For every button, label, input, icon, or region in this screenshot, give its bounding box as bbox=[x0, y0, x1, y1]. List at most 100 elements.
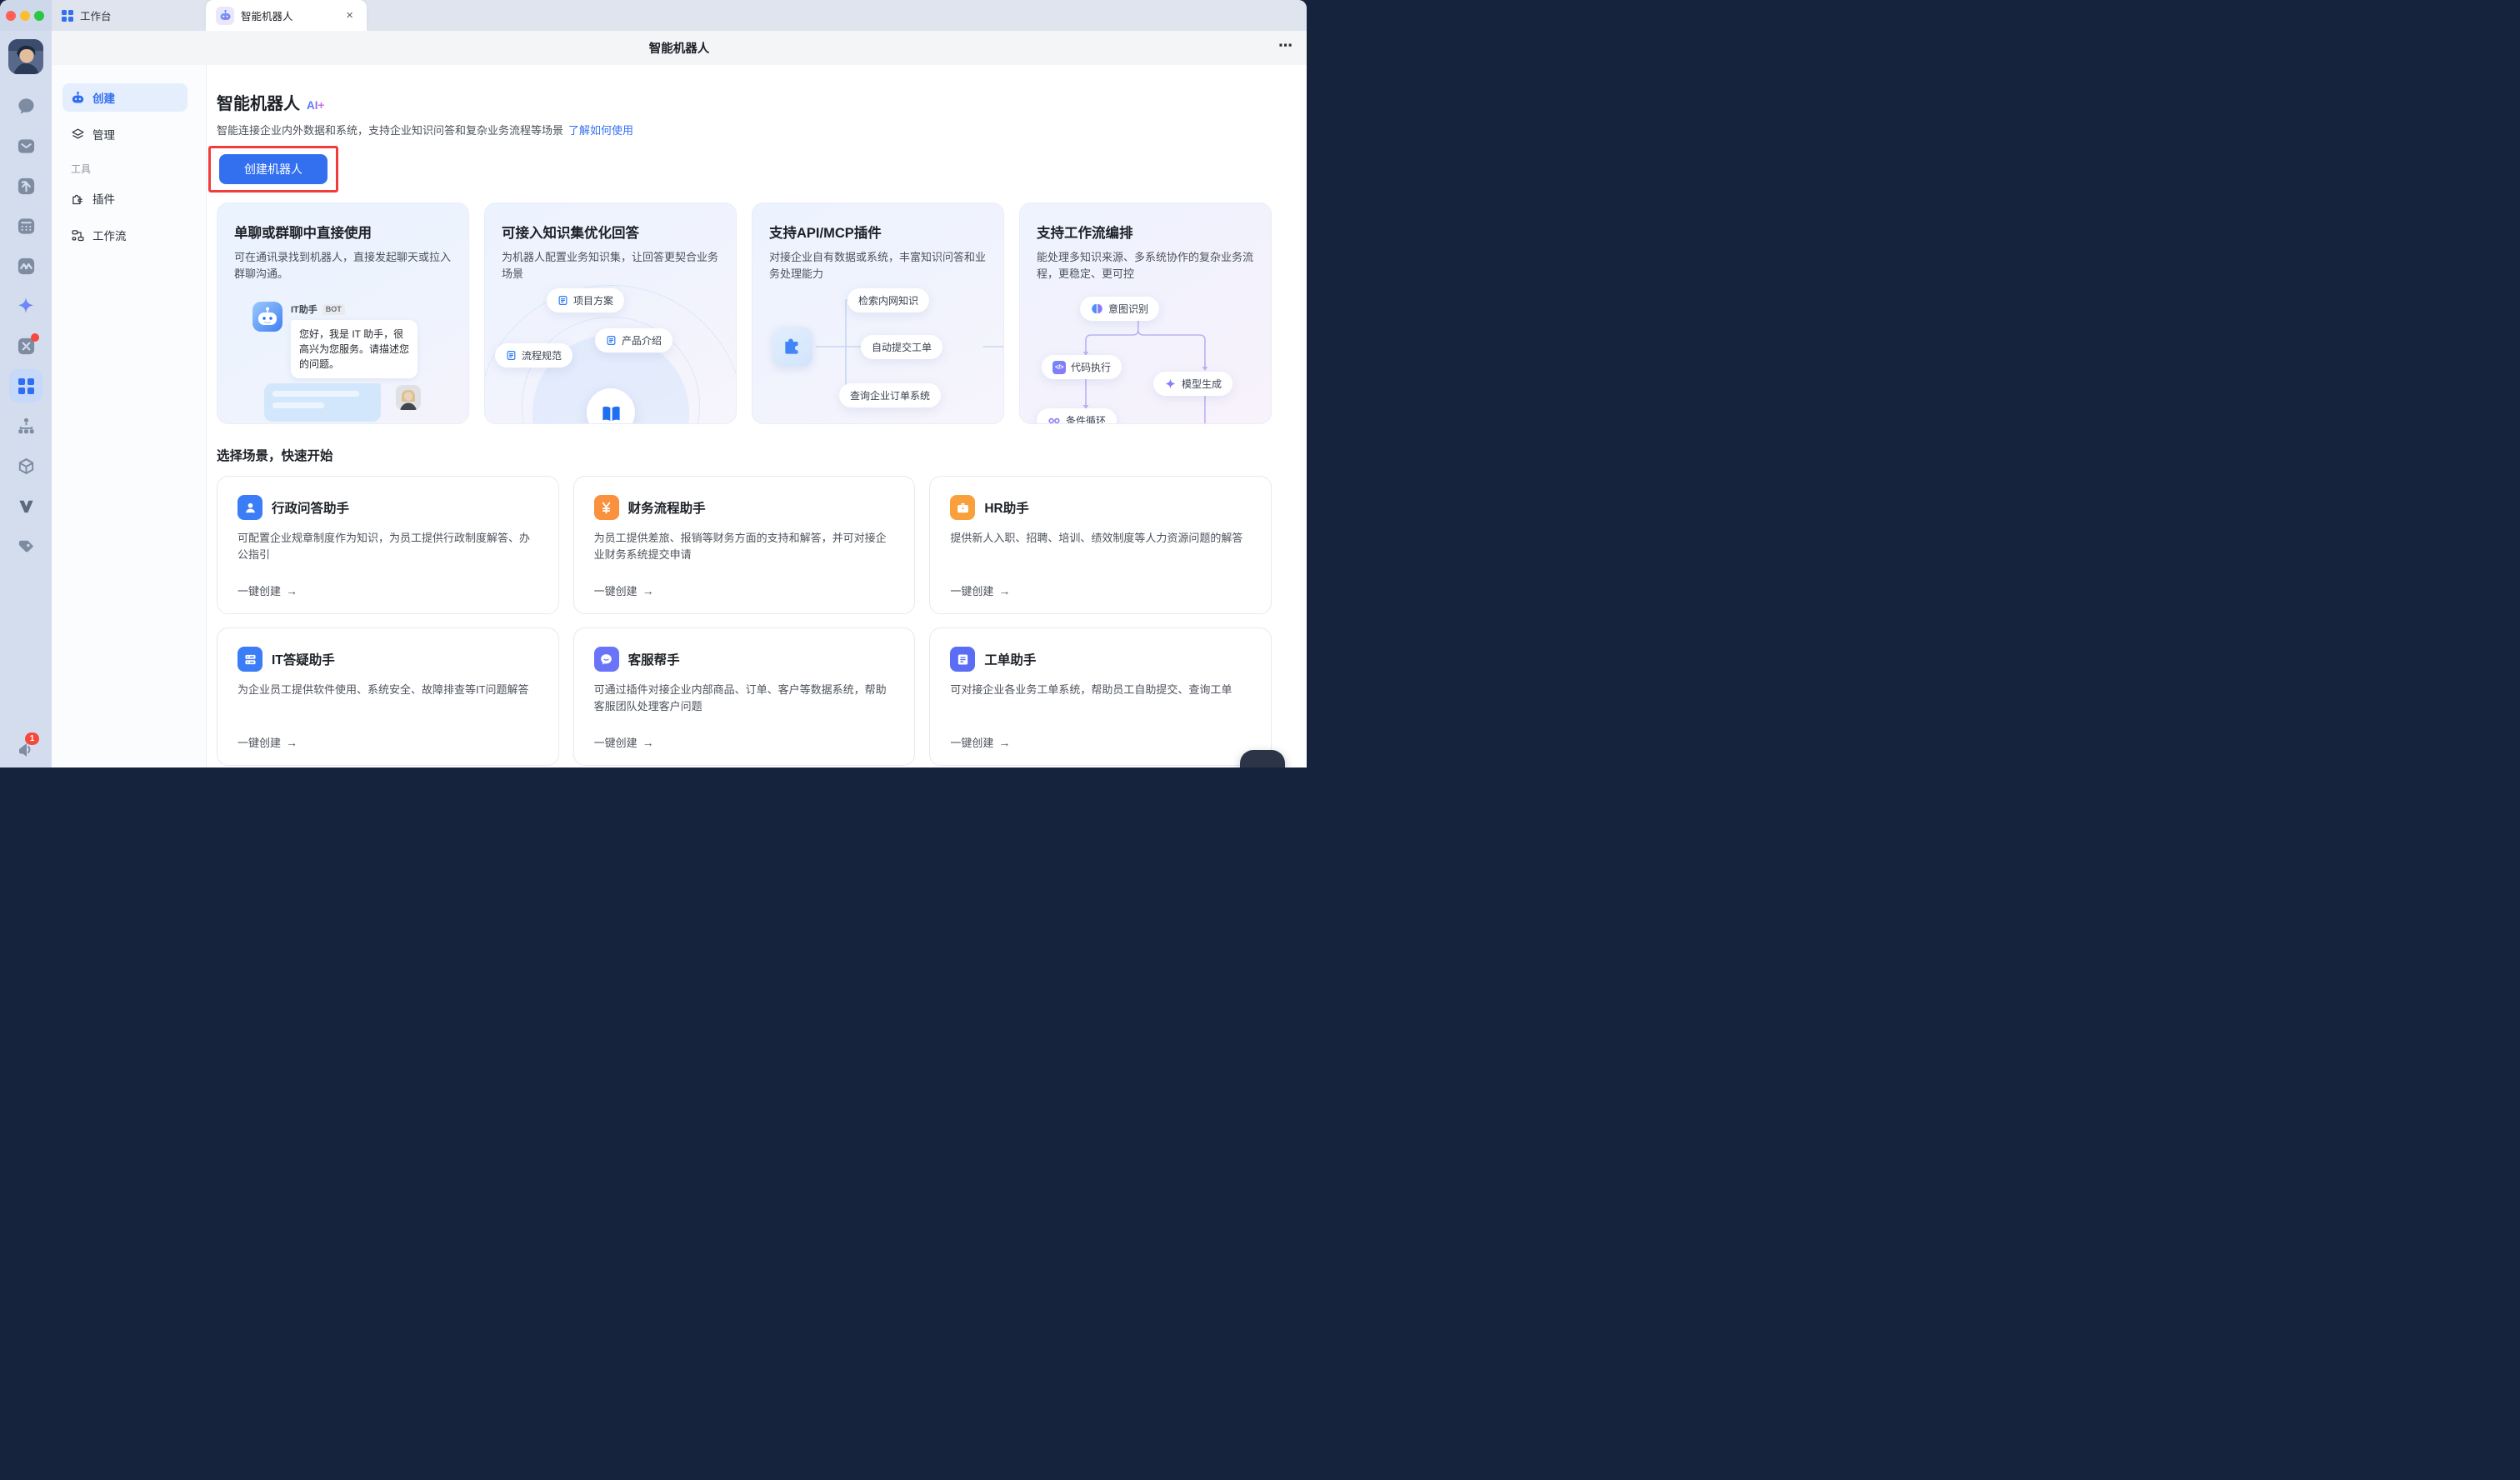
messages-icon[interactable] bbox=[16, 96, 36, 116]
video-meeting-icon[interactable] bbox=[16, 336, 36, 356]
feature-card-direct-chat: 单聊或群聊中直接使用 可在通讯录找到机器人，直接发起聊天或拉入群聊沟通。 IT助… bbox=[217, 202, 469, 424]
scenario-cards: 行政问答助手 可配置企业规章制度作为知识，为员工提供行政制度解答、办公指引 一键… bbox=[217, 476, 1272, 766]
page-header-title: 智能机器人 bbox=[649, 39, 710, 57]
one-click-create-link[interactable]: 一键创建→ bbox=[950, 582, 1251, 598]
screen: 工作台 智能机器人 × bbox=[0, 0, 1307, 768]
nav-section-label: 工具 bbox=[71, 162, 188, 176]
tab-smart-robot[interactable]: 智能机器人 × bbox=[206, 0, 367, 31]
scenario-card-it[interactable]: IT答疑助手 为企业员工提供软件使用、系统安全、故障排查等IT问题解答 一键创建… bbox=[217, 628, 559, 766]
mail-icon[interactable] bbox=[16, 136, 36, 156]
arrow-right-icon: → bbox=[998, 736, 1010, 749]
user-avatar[interactable] bbox=[8, 39, 43, 74]
scenario-card-admin[interactable]: 行政问答助手 可配置企业规章制度作为知识，为员工提供行政制度解答、办公指引 一键… bbox=[217, 476, 559, 614]
announcement-icon[interactable]: 1 bbox=[16, 739, 36, 759]
arrow-right-icon: → bbox=[286, 736, 298, 749]
page-subtitle: 智能连接企业内外数据和系统，支持企业知识问答和复杂业务流程等场景了解如何使用 bbox=[217, 122, 1272, 138]
scenario-card-hr[interactable]: HR助手 提供新人入职、招聘、培训、绩效制度等人力资源问题的解答 一键创建→ bbox=[929, 476, 1272, 614]
main-content: 智能机器人 AI+ 智能连接企业内外数据和系统，支持企业知识问答和复杂业务流程等… bbox=[207, 65, 1307, 768]
scenario-desc: 提供新人入职、招聘、培训、绩效制度等人力资源问题的解答 bbox=[950, 530, 1251, 582]
nav-item-label: 工作流 bbox=[92, 227, 127, 243]
yuan-icon bbox=[594, 495, 619, 520]
app-window: 工作台 智能机器人 × bbox=[0, 0, 1307, 768]
scenario-desc: 可通过插件对接企业内部商品、订单、客户等数据系统，帮助客服团队处理客户问题 bbox=[594, 682, 895, 734]
feature-title: 支持工作流编排 bbox=[1037, 222, 1254, 242]
workflow-node: 模型生成 bbox=[1153, 372, 1232, 396]
scenario-title: HR助手 bbox=[984, 498, 1028, 517]
close-window-button[interactable] bbox=[6, 11, 16, 21]
one-click-create-link[interactable]: 一键创建→ bbox=[950, 734, 1251, 750]
feature-title: 可接入知识集优化回答 bbox=[502, 222, 719, 242]
tab-workbench[interactable]: 工作台 bbox=[52, 0, 206, 31]
workflow-node: </> 代码执行 bbox=[1042, 355, 1122, 379]
feature-card-plugins: 支持API/MCP插件 对接企业自有数据或系统，丰富知识问答和业务处理能力 检索… bbox=[752, 202, 1004, 424]
bot-message-bubble: 您好，我是 IT 助手，很高兴为您服务。请描述您的问题。 bbox=[291, 320, 418, 378]
arrow-right-icon: → bbox=[286, 584, 298, 598]
tab-label: 智能机器人 bbox=[241, 8, 336, 23]
scenario-card-customer-service[interactable]: 客服帮手 可通过插件对接企业内部商品、订单、客户等数据系统，帮助客服团队处理客户… bbox=[573, 628, 916, 766]
one-click-create-link[interactable]: 一键创建→ bbox=[594, 734, 895, 750]
chat-mockup: IT助手 BOT 您好，我是 IT 助手，很高兴为您服务。请描述您的问题。 bbox=[234, 300, 458, 424]
nav-item-label: 插件 bbox=[92, 190, 115, 207]
close-tab-icon[interactable]: × bbox=[342, 8, 357, 23]
knowledge-chip: 流程规范 bbox=[495, 343, 572, 368]
more-menu-icon[interactable]: ⋯ bbox=[1278, 38, 1293, 54]
arrow-right-icon: → bbox=[642, 736, 654, 749]
one-click-create-link[interactable]: 一键创建→ bbox=[238, 582, 538, 598]
nav-item-create[interactable]: 创建 bbox=[62, 83, 188, 112]
workflow-illustration: 意图识别 </> 代码执行 模型生成 条件循环 bbox=[1032, 283, 1271, 423]
workbench-icon-active[interactable] bbox=[9, 369, 42, 402]
scenario-title: 工单助手 bbox=[984, 650, 1036, 668]
org-chart-icon[interactable] bbox=[16, 416, 36, 436]
workbench-grid-icon bbox=[18, 378, 34, 394]
workflow-node: 条件循环 bbox=[1037, 408, 1117, 424]
help-link[interactable]: 了解如何使用 bbox=[568, 124, 633, 137]
puzzle-icon bbox=[772, 327, 812, 367]
scenario-title: 财务流程助手 bbox=[628, 498, 706, 517]
nav-item-plugins[interactable]: 插件 bbox=[62, 184, 188, 212]
notification-dot bbox=[31, 333, 39, 342]
tag-icon[interactable] bbox=[16, 536, 36, 556]
scenario-card-finance[interactable]: 财务流程助手 为员工提供差旅、报销等财务方面的支持和解答，并可对接企业财务系统提… bbox=[573, 476, 916, 614]
user-chat-avatar bbox=[396, 385, 421, 410]
workflow-node: 意图识别 bbox=[1080, 297, 1159, 321]
feature-card-knowledge: 可接入知识集优化回答 为机器人配置业务知识集，让回答更契合业务场景 项目方案 产… bbox=[484, 202, 737, 424]
minimize-window-button[interactable] bbox=[20, 11, 30, 21]
unread-badge: 1 bbox=[25, 732, 39, 745]
knowledge-chip: 产品介绍 bbox=[595, 328, 672, 352]
one-click-create-link[interactable]: 一键创建→ bbox=[238, 734, 538, 750]
tab-label: 工作台 bbox=[80, 8, 196, 23]
scenario-card-ticket[interactable]: 工单助手 可对接企业各业务工单系统，帮助员工自助提交、查询工单 一键创建→ bbox=[929, 628, 1272, 766]
nav-item-manage[interactable]: 管理 bbox=[62, 120, 188, 148]
one-click-create-link[interactable]: 一键创建→ bbox=[594, 582, 895, 598]
feature-title: 支持API/MCP插件 bbox=[769, 222, 987, 242]
feature-title: 单聊或群聊中直接使用 bbox=[234, 222, 452, 242]
zoom-window-button[interactable] bbox=[34, 11, 44, 21]
create-robot-button[interactable]: 创建机器人 bbox=[219, 154, 328, 184]
plugin-chip: 查询企业订单系统 bbox=[839, 383, 941, 408]
knowledge-chip: 项目方案 bbox=[547, 288, 624, 312]
nav-item-label: 创建 bbox=[92, 89, 115, 106]
briefcase-icon bbox=[950, 495, 975, 520]
v-app-icon[interactable] bbox=[16, 496, 36, 516]
side-nav: 创建 管理 工具 插件 工作流 bbox=[52, 65, 207, 768]
admin-person-icon bbox=[238, 495, 262, 520]
scenario-desc: 为企业员工提供软件使用、系统安全、故障排查等IT问题解答 bbox=[238, 682, 538, 734]
feature-desc: 为机器人配置业务知识集，让回答更契合业务场景 bbox=[502, 249, 719, 282]
feature-desc: 能处理多知识来源、多系统协作的复杂业务流程，更稳定、更可控 bbox=[1037, 249, 1254, 282]
plugin-illustration: 检索内网知识 自动提交工单 查询企业订单系统 bbox=[768, 283, 1003, 423]
calendar-icon[interactable] bbox=[16, 216, 36, 236]
bot-name: IT助手 bbox=[291, 302, 318, 316]
okr-icon[interactable] bbox=[16, 256, 36, 276]
nav-item-workflow[interactable]: 工作流 bbox=[62, 221, 188, 249]
dock-icon-list bbox=[0, 84, 52, 556]
cube-icon[interactable] bbox=[16, 456, 36, 476]
ticket-icon bbox=[950, 647, 975, 672]
send-icon[interactable] bbox=[16, 176, 36, 196]
floating-assistant-button[interactable] bbox=[1240, 750, 1285, 768]
ai-plus-badge: AI+ bbox=[307, 99, 324, 112]
feature-card-workflow: 支持工作流编排 能处理多知识来源、多系统协作的复杂业务流程，更稳定、更可控 意图… bbox=[1019, 202, 1272, 424]
plugin-chip: 检索内网知识 bbox=[848, 288, 929, 312]
scenario-title: 行政问答助手 bbox=[272, 498, 349, 517]
server-icon bbox=[238, 647, 262, 672]
ai-sparkle-icon[interactable] bbox=[16, 296, 36, 316]
